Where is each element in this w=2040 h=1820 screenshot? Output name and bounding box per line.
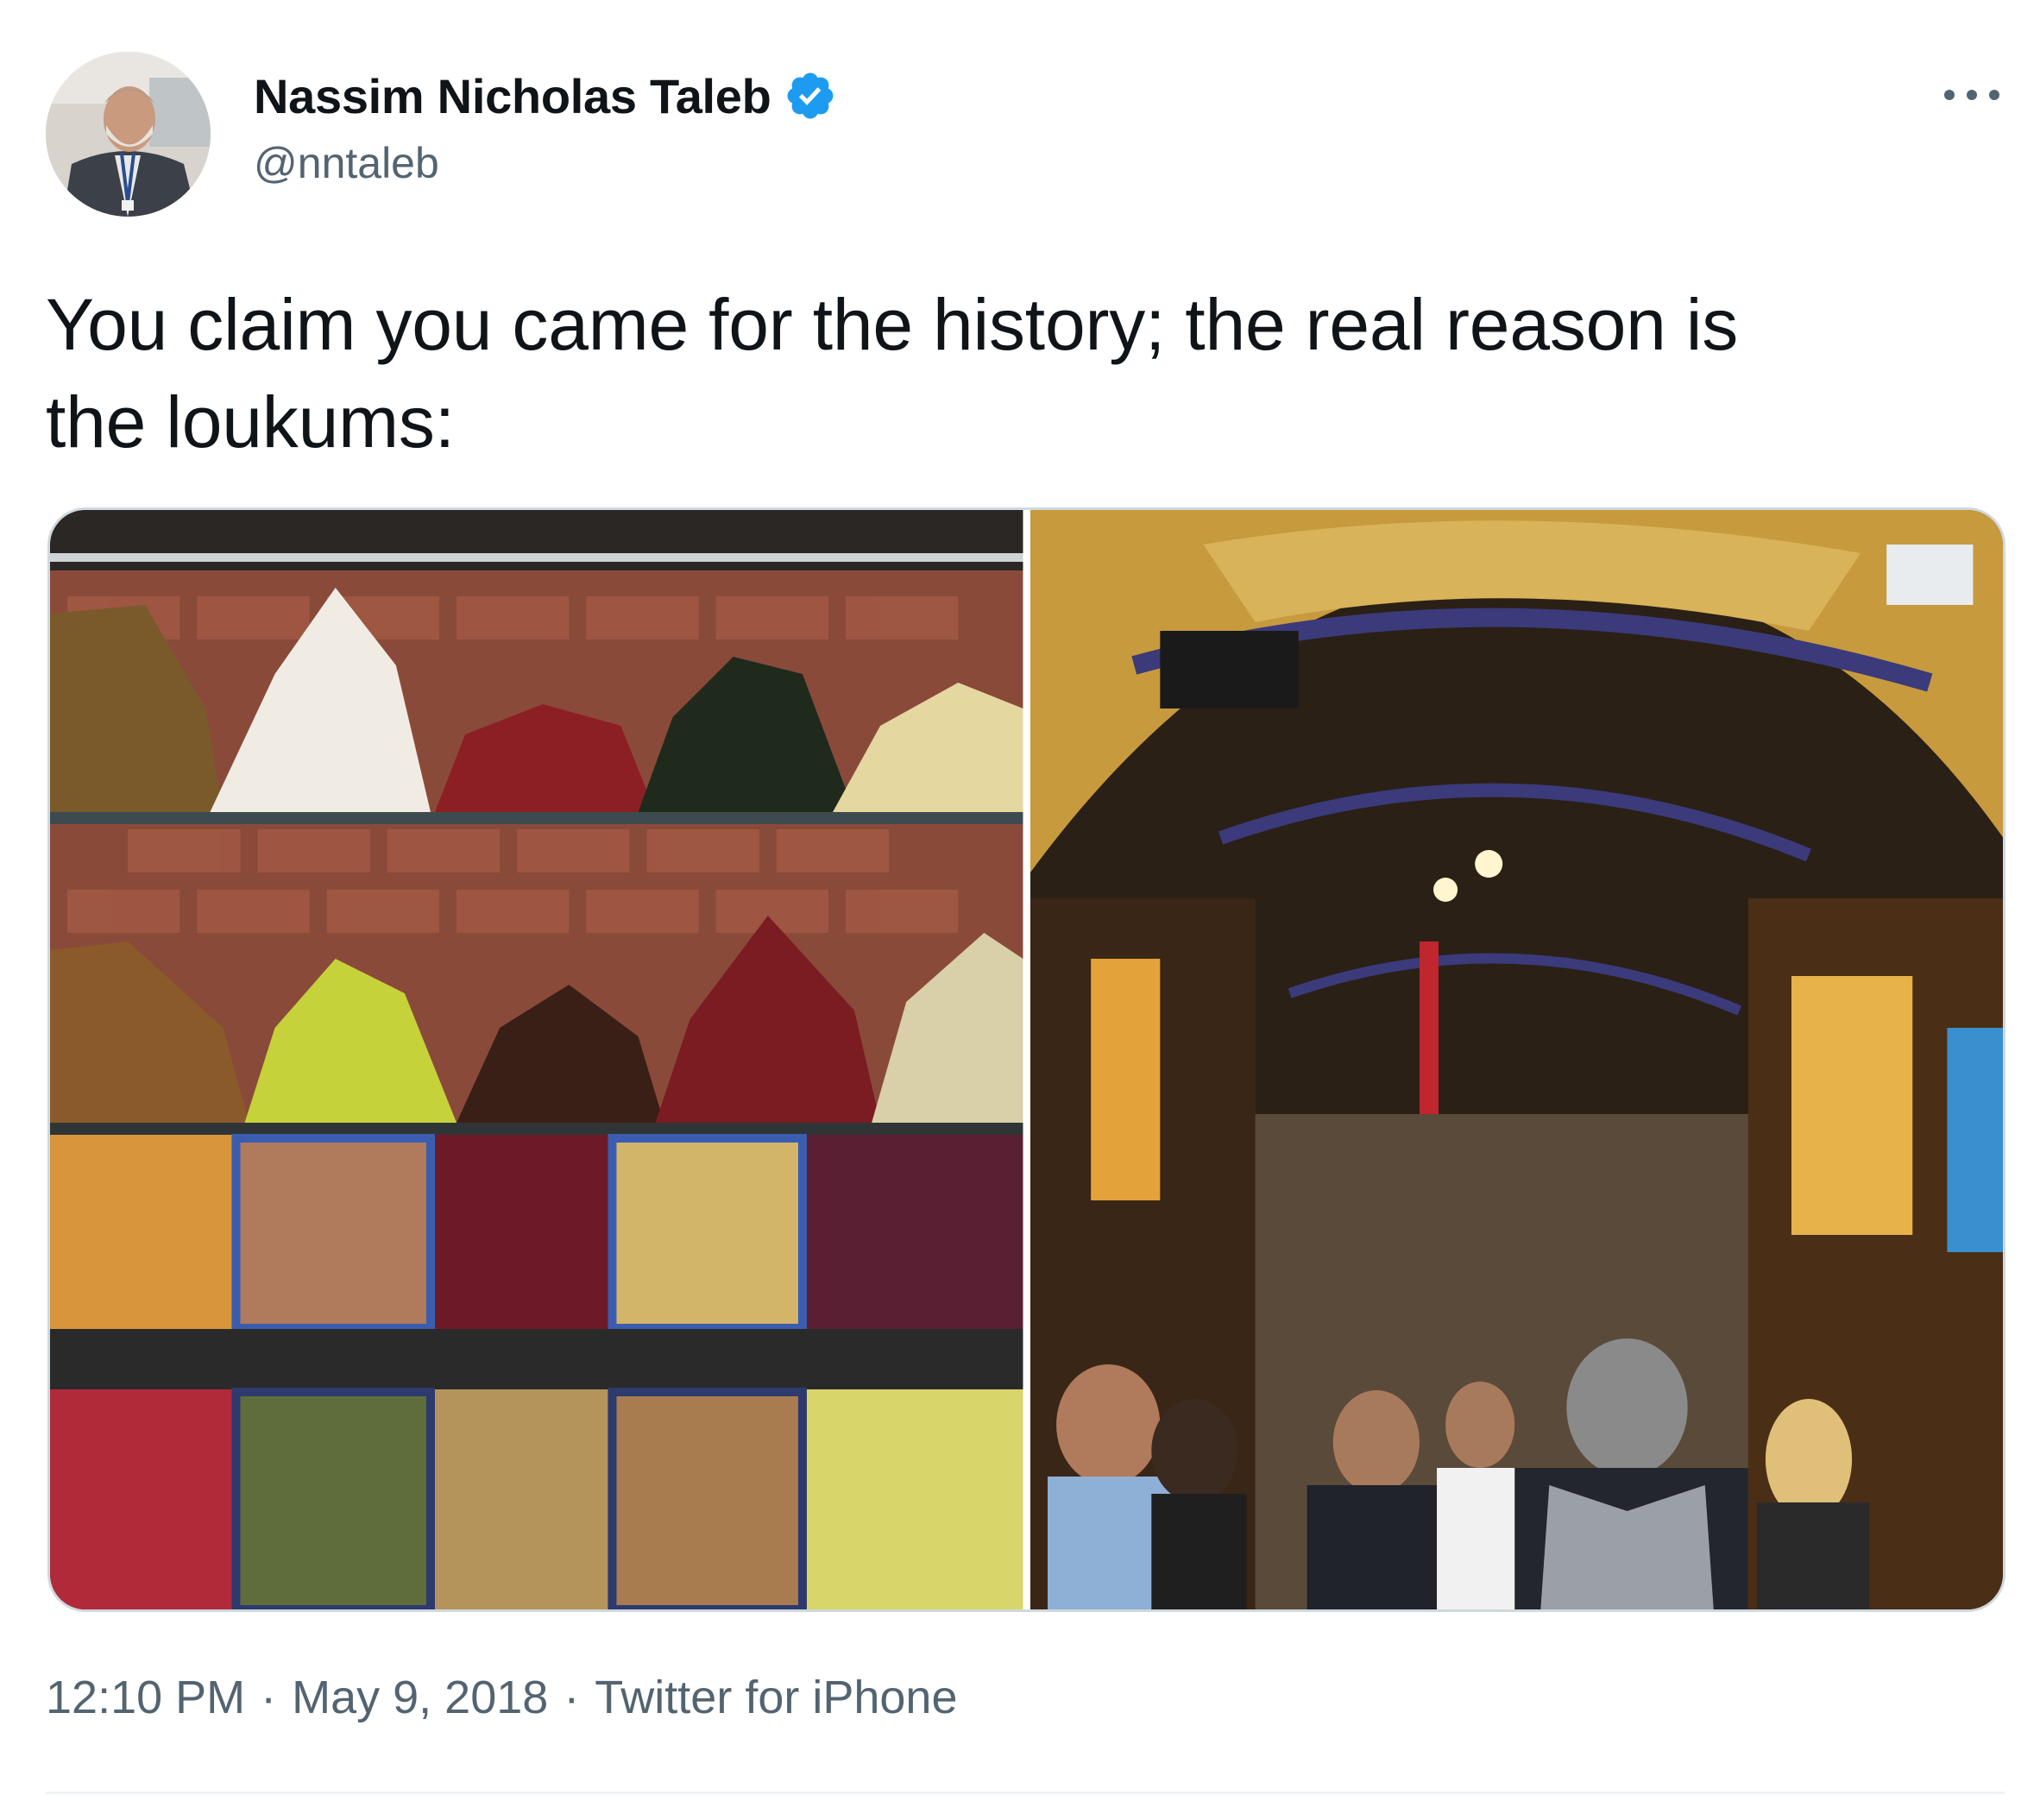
more-button[interactable] xyxy=(1933,69,2011,121)
meta-separator: · xyxy=(261,1672,277,1723)
avatar[interactable] xyxy=(46,52,211,217)
divider xyxy=(46,1792,2005,1794)
tweet-time[interactable]: 12:10 PM xyxy=(46,1671,245,1724)
author-name-row: Nassim Nicholas Taleb xyxy=(254,67,837,124)
display-name[interactable]: Nassim Nicholas Taleb xyxy=(254,68,771,124)
media-grid xyxy=(47,507,2005,1612)
tweet: Nassim Nicholas Taleb @nntaleb You claim… xyxy=(0,0,2040,1820)
media-photo-loukums[interactable] xyxy=(50,510,1023,1609)
tweet-text-line: the loukums: xyxy=(46,381,455,463)
profile-photo xyxy=(46,52,211,217)
tweet-text-line: You claim you came for the history; the … xyxy=(46,284,1739,365)
grand-bazaar-image xyxy=(1029,510,2003,1609)
loukum-display-image xyxy=(50,510,1023,1609)
tweet-date[interactable]: May 9, 2018 xyxy=(292,1671,548,1724)
media-photo-bazaar[interactable] xyxy=(1029,510,2003,1609)
tweet-text: You claim you came for the history; the … xyxy=(46,276,2005,471)
author-handle[interactable]: @nntaleb xyxy=(254,138,439,188)
more-horizontal-icon xyxy=(1944,90,1999,100)
verified-badge-icon xyxy=(787,72,834,119)
tweet-meta: 12:10 PM · May 9, 2018 · Twitter for iPh… xyxy=(46,1671,957,1724)
tweet-source[interactable]: Twitter for iPhone xyxy=(595,1671,957,1724)
meta-separator: · xyxy=(564,1672,580,1723)
